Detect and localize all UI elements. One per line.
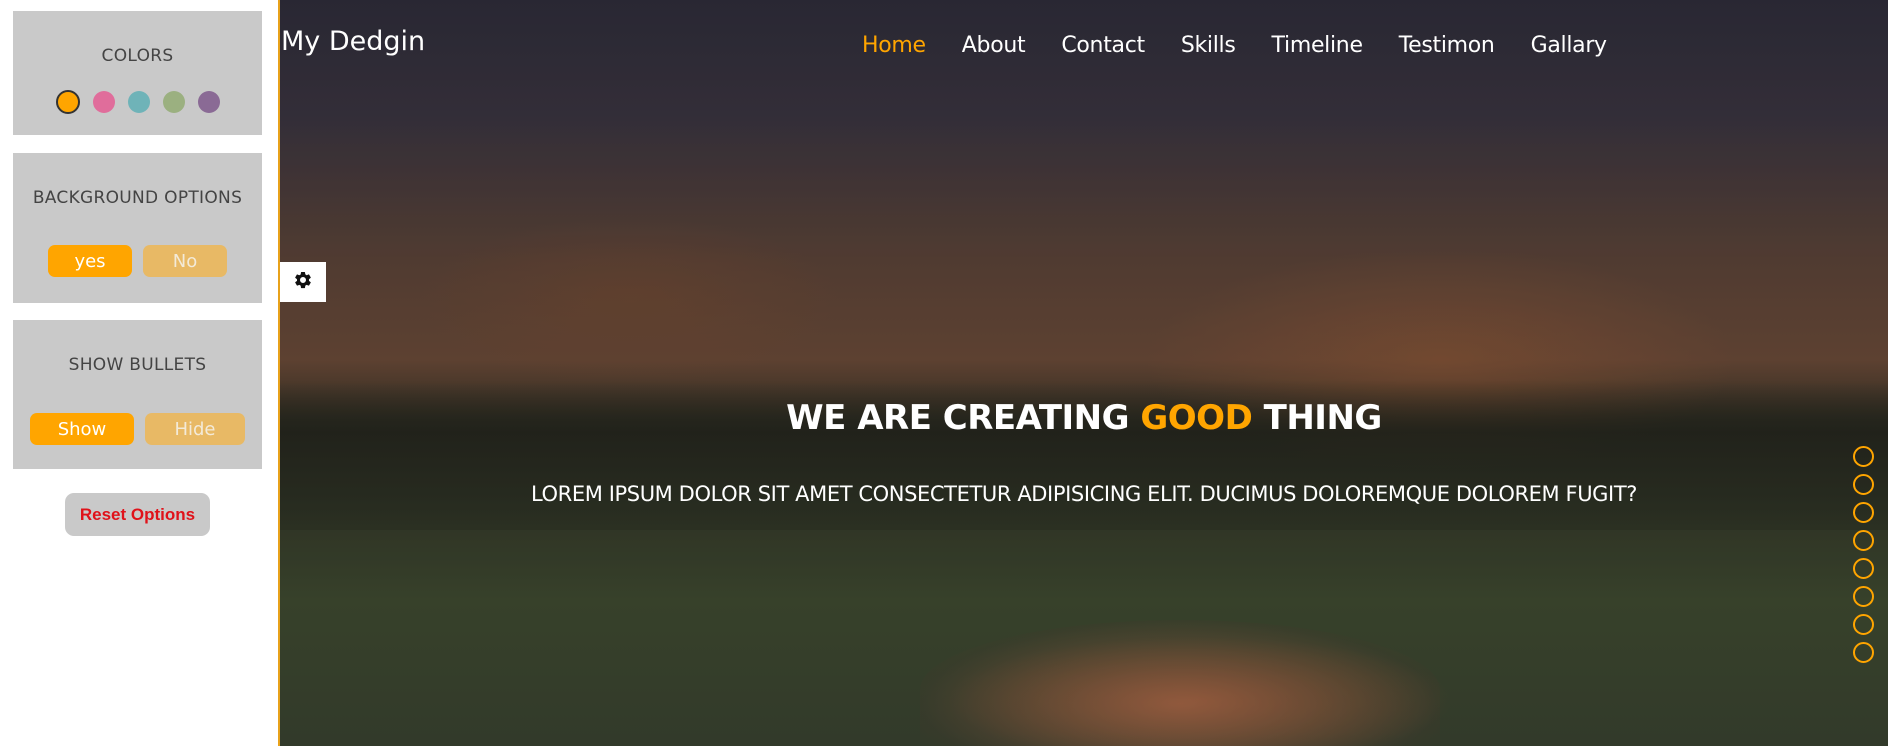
headline-accent: GOOD [1140,398,1253,438]
section-bullet[interactable] [1853,502,1874,523]
background-button-row: yes No [13,245,262,277]
bullets-option-box: SHOW BULLETS Show Hide [13,320,262,469]
section-bullets [1853,446,1874,663]
colors-option-box: COLORS [13,11,262,135]
headline-part-1: WE ARE CREATING [786,398,1141,438]
color-swatch-purple[interactable] [197,91,220,113]
color-swatch-list [13,90,262,114]
section-bullet[interactable] [1853,530,1874,551]
section-bullet[interactable] [1853,558,1874,579]
hero-headline: WE ARE CREATING GOOD THING [280,398,1888,438]
hero-subline: LOREM IPSUM DOLOR SIT AMET CONSECTETUR A… [530,482,1638,506]
background-no-button[interactable]: No [143,245,227,277]
background-yes-button[interactable]: yes [48,245,132,277]
hero-section: My Dedgin Home About Contact Skills Time… [280,0,1888,746]
bullets-hide-button[interactable]: Hide [145,413,245,445]
nav-link-contact[interactable]: Contact [1061,33,1145,58]
settings-toggle-button[interactable] [280,262,326,302]
nav-link-timeline[interactable]: Timeline [1272,33,1363,58]
headline-part-2: THING [1252,398,1383,438]
show-bullets-title: SHOW BULLETS [68,355,207,375]
gear-icon [293,270,313,294]
section-bullet[interactable] [1853,614,1874,635]
main-nav: Home About Contact Skills Timeline Testi… [862,33,1643,58]
section-bullet[interactable] [1853,642,1874,663]
background-option-box: BACKGROUND OPTIONS yes No [13,153,262,303]
color-swatch-sage[interactable] [162,91,185,113]
nav-link-gallary[interactable]: Gallary [1531,33,1608,58]
reset-options-button[interactable]: Reset Options [65,493,210,536]
nav-link-home[interactable]: Home [862,33,926,58]
nav-link-skills[interactable]: Skills [1181,33,1236,58]
section-bullet[interactable] [1853,446,1874,467]
background-options-title: BACKGROUND OPTIONS [32,188,243,208]
bullets-button-row: Show Hide [13,413,262,445]
nav-link-about[interactable]: About [962,33,1026,58]
hero-background-stream [920,620,1440,746]
color-swatch-pink[interactable] [92,91,115,113]
settings-panel: COLORS BACKGROUND OPTIONS yes No SHOW BU… [0,0,280,746]
nav-link-testimon[interactable]: Testimon [1399,33,1495,58]
colors-title: COLORS [101,46,174,66]
section-bullet[interactable] [1853,586,1874,607]
site-logo[interactable]: My Dedgin [281,26,425,57]
bullets-show-button[interactable]: Show [30,413,134,445]
color-swatch-teal[interactable] [127,91,150,113]
color-swatch-orange[interactable] [55,90,80,114]
section-bullet[interactable] [1853,474,1874,495]
